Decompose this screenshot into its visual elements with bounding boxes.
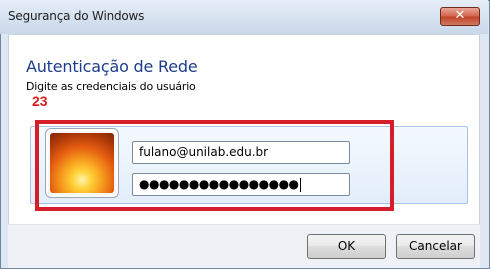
annotation-highlight-box: [35, 120, 394, 211]
cancel-button[interactable]: Cancelar: [396, 234, 475, 259]
dialog-subheading: Digite as credenciais do usuário: [26, 80, 196, 93]
ok-button[interactable]: OK: [307, 234, 386, 259]
annotation-number: 23: [32, 93, 48, 109]
title-bar: Segurança do Windows: [0, 0, 488, 34]
window-title: Segurança do Windows: [8, 9, 145, 23]
close-button[interactable]: ✕: [440, 7, 480, 26]
close-icon: ✕: [454, 8, 466, 23]
dialog-heading: Autenticação de Rede: [26, 57, 198, 76]
